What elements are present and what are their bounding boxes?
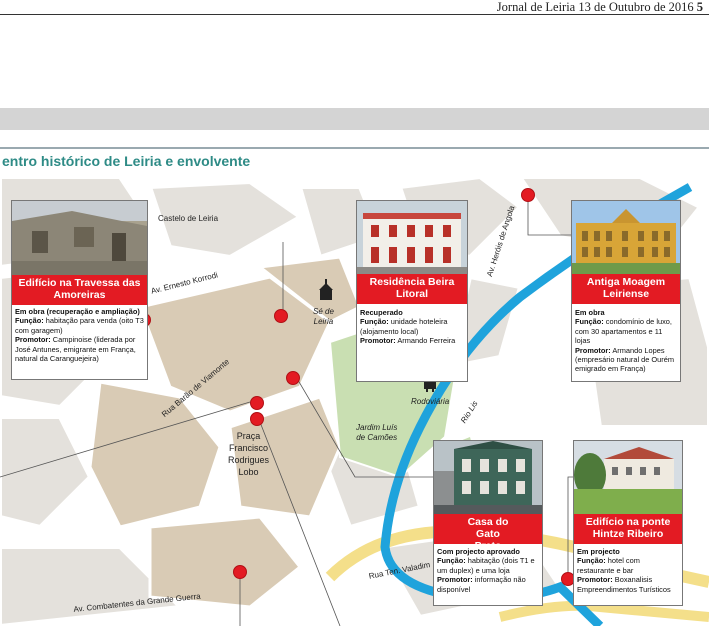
moagem-status: Em obra bbox=[575, 308, 605, 317]
map-pin-gato[interactable] bbox=[286, 371, 300, 385]
amoreiras-title: Edifício na Travessa das Amoreiras bbox=[12, 275, 147, 305]
gray-band bbox=[0, 108, 709, 130]
hintze-status: Em projecto bbox=[577, 547, 620, 556]
amoreiras-status: Em obra (recuperação e ampliação) bbox=[15, 307, 140, 316]
hintze-promotor-label: Promotor: bbox=[577, 575, 613, 585]
amoreiras-funcao-label: Função: bbox=[15, 316, 44, 326]
map-title-bar: entro histórico de Leiria e envolvente bbox=[0, 147, 709, 175]
header-rule bbox=[0, 14, 709, 15]
gato-body: Com projecto aprovado Função: habitação … bbox=[437, 547, 539, 594]
gato-promotor-label: Promotor: bbox=[437, 575, 473, 585]
hintze-title: Edifício na ponte Hintze Ribeiro bbox=[574, 514, 682, 544]
hintze-funcao-label: Função: bbox=[577, 556, 606, 566]
beira-title: Residência Beira Litoral bbox=[357, 274, 467, 304]
map-pin-guerra[interactable] bbox=[233, 565, 247, 579]
map-title: entro histórico de Leiria e envolvente bbox=[2, 153, 251, 169]
beira-photo bbox=[357, 201, 467, 274]
gato-status: Com projecto aprovado bbox=[437, 547, 520, 556]
amoreiras-body: Em obra (recuperação e ampliação) Função… bbox=[15, 307, 144, 363]
gato-title: Casa do Gato Preto bbox=[434, 514, 542, 552]
card-gato[interactable]: Casa do Gato Preto Com projecto aprovado… bbox=[433, 440, 543, 606]
label-castelo: Castelo de Leiria bbox=[158, 214, 219, 223]
amoreiras-photo bbox=[12, 201, 147, 275]
label-se: Sé de Leiria bbox=[313, 307, 334, 326]
map-pin-beira[interactable] bbox=[274, 309, 288, 323]
gato-photo bbox=[434, 441, 542, 514]
card-beira[interactable]: Residência Beira Litoral Recuperado Funç… bbox=[356, 200, 468, 382]
card-amoreiras[interactable]: Edifício na Travessa das Amoreiras Em ob… bbox=[11, 200, 148, 380]
beira-status: Recuperado bbox=[360, 308, 403, 317]
beira-promotor: Armando Ferreira bbox=[395, 336, 456, 346]
map-pin-moagem[interactable] bbox=[521, 188, 535, 202]
map-pin-praca-2[interactable] bbox=[250, 412, 264, 426]
amoreiras-promotor-label: Promotor: bbox=[15, 335, 51, 345]
moagem-title: Antiga Moagem Leiriense bbox=[572, 274, 680, 304]
publication-line: Jornal de Leiria 13 de Outubro de 2016 bbox=[496, 0, 694, 14]
map-pin-praca-1[interactable] bbox=[250, 396, 264, 410]
moagem-body: Em obra Função: condomínio de luxo, com … bbox=[575, 308, 677, 374]
moagem-promotor-label: Promotor: bbox=[575, 345, 611, 355]
beira-promotor-label: Promotor: bbox=[360, 336, 396, 346]
hintze-photo bbox=[574, 441, 682, 514]
beira-funcao-label: Função: bbox=[360, 317, 389, 327]
beira-body: Recuperado Função: unidade hoteleira (al… bbox=[360, 308, 464, 346]
label-rodoviaria: Rodoviária bbox=[411, 397, 450, 406]
moagem-funcao-label: Função: bbox=[575, 317, 604, 327]
label-jardim: Jardim Luís de Camões bbox=[356, 423, 398, 442]
card-hintze[interactable]: Edifício na ponte Hintze Ribeiro Em proj… bbox=[573, 440, 683, 606]
label-praca: Praça Francisco Rodrigues Lobo bbox=[228, 431, 270, 477]
moagem-photo bbox=[572, 201, 680, 274]
hintze-body: Em projecto Função: hotel com restaurant… bbox=[577, 547, 679, 594]
publication-info: Jornal de Leiria 13 de Outubro de 2016 5 bbox=[497, 0, 703, 15]
page-number: 5 bbox=[696, 0, 703, 14]
gato-funcao-label: Função: bbox=[437, 556, 466, 566]
card-moagem[interactable]: Antiga Moagem Leiriense Em obra Função: … bbox=[571, 200, 681, 382]
